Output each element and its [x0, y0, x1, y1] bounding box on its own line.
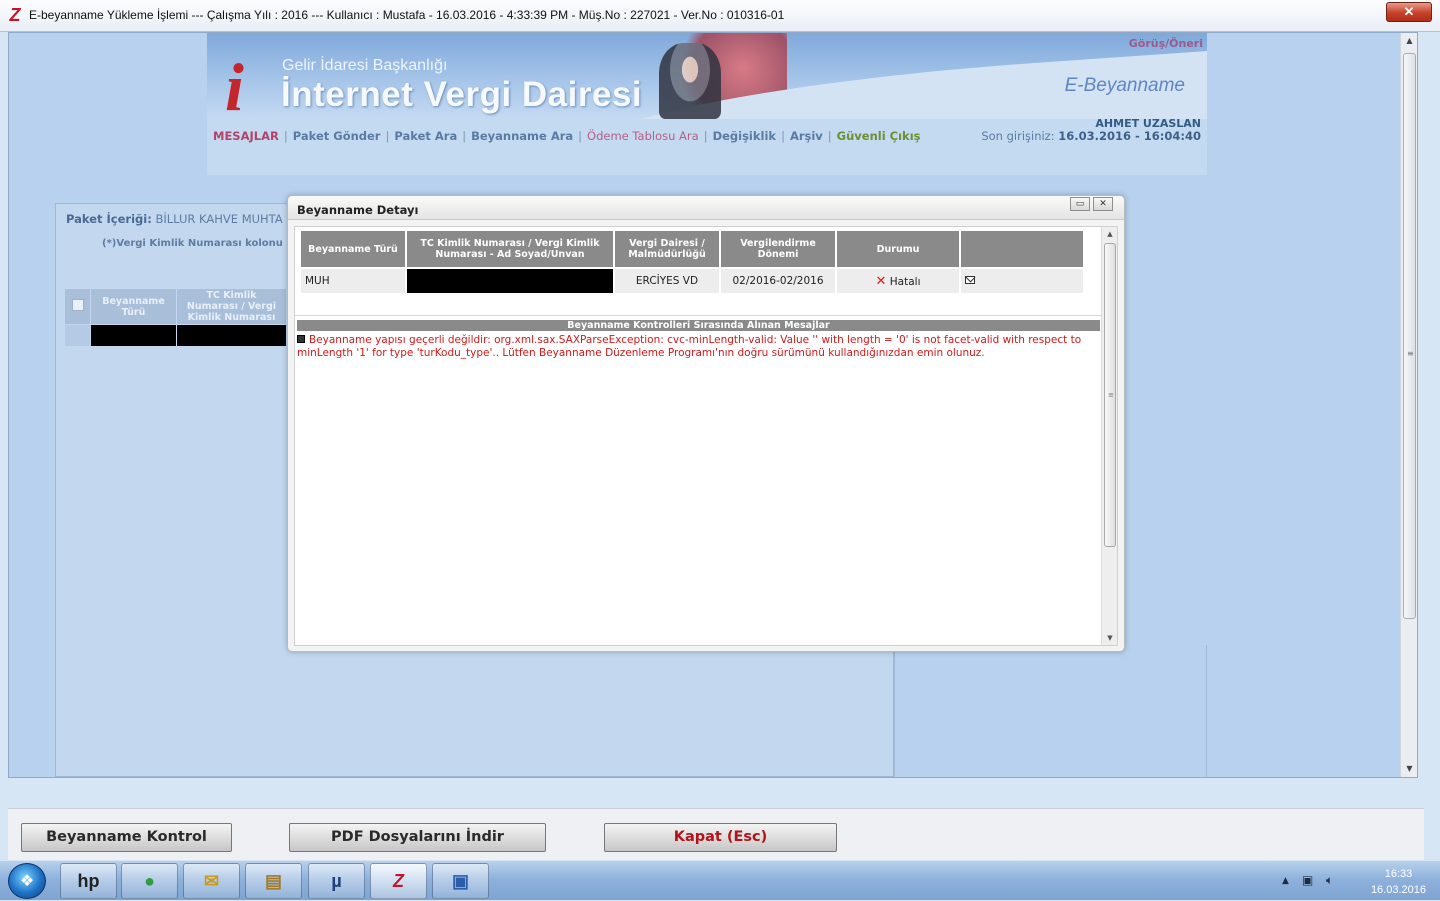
z-app-icon[interactable]: Z — [370, 863, 427, 899]
package-note: (*)Vergi Kimlik Numarası kolonu — [102, 238, 283, 249]
taskbar: ❖ hp ● ✉ ▤ µ Z ▣ ▲ ▣ 🔈︎ 16:33 16.03.2016 — [0, 860, 1440, 900]
clock-time: 16:33 — [1384, 868, 1413, 880]
clock-date: 16.03.2016 — [1370, 884, 1426, 896]
nav-odeme-tablosu-ara[interactable]: Ödeme Tablosu Ara — [587, 129, 699, 143]
nav-arsiv[interactable]: Arşiv — [790, 129, 823, 143]
clock[interactable]: 16:33 16.03.2016 — [1371, 866, 1426, 898]
detail-table: Beyanname Türü TC Kimlik Numarası / Verg… — [299, 229, 1085, 295]
declaration-detail-dialog: Beyanname Detayı ▭ ✕ Beyanname Türü TC K… — [287, 195, 1125, 652]
scroll-up-icon[interactable]: ▲ — [1401, 33, 1417, 49]
col-period: Vergilendirme Dönemi — [721, 231, 835, 267]
close-button[interactable]: Kapat (Esc) — [604, 823, 837, 852]
feedback-link[interactable]: Görüş/Öneri — [1129, 37, 1203, 50]
scroll-up-icon[interactable]: ▲ — [1102, 227, 1117, 241]
site-name: İnternet Vergi Dairesi — [281, 75, 643, 114]
nav-mesajlar[interactable]: MESAJLAR — [213, 129, 279, 143]
nav-paket-ara[interactable]: Paket Ara — [394, 129, 457, 143]
chrome-icon[interactable]: ● — [121, 863, 178, 899]
declaration-control-button[interactable]: Beyanname Kontrol — [21, 823, 232, 852]
package-col-tckn: TC Kimlik Numarası / Vergi Kimlik Numara… — [176, 288, 287, 325]
row-period: 02/2016-02/2016 — [721, 269, 835, 293]
nav-degisiklik[interactable]: Değişiklik — [713, 129, 777, 143]
dialog-header: Beyanname Detayı ▭ ✕ — [288, 196, 1124, 220]
last-login: Son girişiniz: 16.03.2016 - 16:04:40 — [981, 129, 1201, 143]
tray-expand-icon[interactable]: ▲ — [1282, 876, 1289, 886]
nav-paket-gonder[interactable]: Paket Gönder — [293, 129, 381, 143]
row-status: ✕ Hatalı — [837, 269, 959, 293]
gib-logo-icon: i — [225, 49, 244, 119]
error-message-text: Beyanname yapısı geçerli değildir: org.x… — [297, 334, 1082, 359]
scroll-thumb[interactable]: ≡ — [1403, 53, 1416, 619]
org-name: Gelir İdaresi Başkanlığı — [282, 57, 448, 74]
col-tckn-vkn: TC Kimlik Numarası / Vergi Kimlik Numara… — [407, 231, 613, 267]
start-orb-icon[interactable]: ❖ — [8, 863, 46, 899]
network-icon[interactable]: ▣ — [1302, 873, 1313, 887]
row-type: MUH — [301, 269, 405, 293]
table-row[interactable] — [64, 324, 287, 347]
page-scrollbar[interactable]: ▲ ≡ ▼ — [1400, 33, 1417, 777]
row-status-text: Hatalı — [889, 275, 921, 288]
scroll-thumb[interactable]: ≡ — [1104, 243, 1116, 547]
bottom-button-bar: Beyanname Kontrol PDF Dosyalarını İndir … — [8, 808, 1424, 860]
redacted-cell — [407, 269, 613, 293]
col-status: Durumu — [837, 231, 959, 267]
last-login-label: Son girişiniz: — [981, 129, 1055, 143]
download-pdf-button[interactable]: PDF Dosyalarını İndir — [289, 823, 546, 852]
gib-header: i Gelir İdaresi Başkanlığı İnternet Verg… — [207, 33, 1207, 175]
nav-beyanname-ara[interactable]: Beyanname Ara — [471, 129, 573, 143]
row-tax-office: ERCİYES VD — [615, 269, 719, 293]
outlook-icon[interactable]: ✉ — [183, 863, 240, 899]
error-x-icon: ✕ — [875, 273, 887, 289]
window-title-bar: Z E-beyanname Yükleme İşlemi --- Çalışma… — [0, 0, 1440, 32]
portrait-image — [659, 43, 721, 119]
dialog-content: Beyanname Türü TC Kimlik Numarası / Verg… — [294, 226, 1118, 646]
window-title: E-beyanname Yükleme İşlemi --- Çalışma Y… — [29, 8, 785, 22]
system-tray: ▲ ▣ 🔈︎ 16:33 16.03.2016 — [1270, 861, 1440, 901]
package-table: Beyanname Türü TC Kimlik Numarası / Verg… — [64, 288, 287, 347]
error-message: Beyanname yapısı geçerli değildir: org.x… — [297, 334, 1097, 359]
z-app-icon: Z — [9, 5, 21, 25]
col-declaration-type: Beyanname Türü — [301, 231, 405, 267]
explorer-icon[interactable]: ▤ — [245, 863, 302, 899]
utorrent-icon[interactable]: µ — [308, 863, 365, 899]
main-nav: MESAJLAR | Paket Gönder | Paket Ara | Beyannam… — [213, 129, 921, 143]
message-bullet-icon — [297, 335, 305, 343]
redacted-cell — [90, 324, 177, 347]
package-title-value: BİLLUR KAHVE MUHTA — [155, 212, 283, 226]
dialog-scrollbar[interactable]: ▲ ≡ ▼ — [1101, 227, 1117, 645]
network-app-icon[interactable]: ▣ — [432, 863, 489, 899]
dialog-title: Beyanname Detayı — [297, 203, 419, 217]
table-row: MUH ERCİYES VD 02/2016-02/2016 ✕ Hatalı — [301, 269, 1083, 293]
package-title: Paket İçeriği: BİLLUR KAHVE MUHTA — [66, 212, 283, 226]
hp-icon[interactable]: hp — [60, 863, 117, 899]
window-close-button[interactable]: ✕ — [1386, 2, 1432, 22]
app-name: E-Beyanname — [1064, 75, 1185, 96]
nav-guvenli-cikis[interactable]: Güvenli Çıkış — [837, 129, 921, 143]
dialog-close-button[interactable]: ✕ — [1093, 197, 1113, 211]
package-col-type: Beyanname Türü — [90, 288, 177, 325]
package-title-label: Paket İçeriği: — [66, 212, 152, 226]
volume-icon[interactable]: 🔈︎ — [1326, 873, 1333, 888]
gib-banner: i Gelir İdaresi Başkanlığı İnternet Verg… — [207, 33, 1207, 119]
scroll-down-icon[interactable]: ▼ — [1102, 631, 1117, 645]
messages-header: Beyanname Kontrolleri Sırasında Alınan M… — [297, 320, 1100, 331]
redacted-cell — [176, 324, 287, 347]
scroll-down-icon[interactable]: ▼ — [1401, 761, 1417, 777]
col-tax-office: Vergi Dairesi / Malmüdürlüğü — [615, 231, 719, 267]
last-login-value: 16.03.2016 - 16:04:40 — [1058, 129, 1201, 143]
envelope-icon[interactable] — [965, 276, 975, 284]
select-all-checkbox[interactable] — [71, 299, 84, 311]
col-action — [961, 231, 1083, 267]
dialog-restore-button[interactable]: ▭ — [1070, 197, 1090, 211]
